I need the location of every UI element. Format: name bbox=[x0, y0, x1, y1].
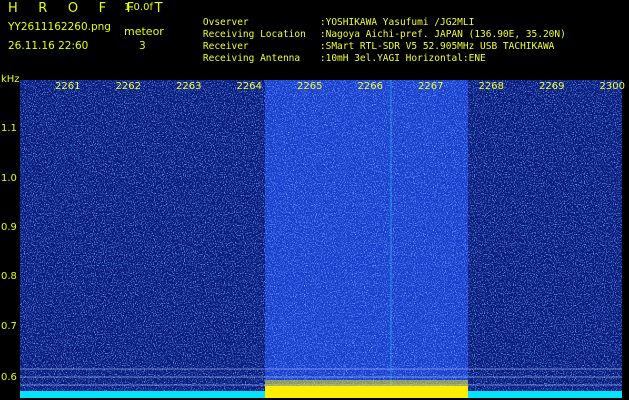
y-tick-label: 0.7 bbox=[1, 321, 17, 332]
timestamp: 26.11.16 22:60 bbox=[8, 40, 89, 52]
x-tick-label: 2266 bbox=[357, 81, 383, 92]
x-tick-label: 2267 bbox=[418, 81, 444, 92]
y-tick-label: 1.0 bbox=[1, 173, 17, 184]
antenna-value: :10mH 3el.YAGI Horizontal:ENE bbox=[319, 53, 486, 64]
x-tick-label: 2265 bbox=[297, 81, 323, 92]
meteor-band-white bbox=[265, 80, 468, 398]
carrier-trace bbox=[390, 80, 392, 398]
baseline-meteor-fringe bbox=[265, 380, 468, 386]
antenna-key: Receiving Antenna bbox=[202, 53, 301, 64]
x-tick-label: 2262 bbox=[115, 81, 141, 92]
y-axis-unit: kHz bbox=[1, 74, 20, 85]
receiver-row: Receiver:SMart RTL-SDR V5 52.905MHz USB … bbox=[180, 29, 555, 52]
mode-count: 3 bbox=[139, 40, 146, 52]
spectrogram-screen: H R O F F T 1.0.0f YY2611162260.png 26.1… bbox=[0, 0, 629, 400]
noise-background bbox=[20, 80, 622, 398]
location-row: Receiving Location:Nagoya Aichi-pref. JA… bbox=[180, 17, 566, 40]
x-tick-label: 2263 bbox=[176, 81, 202, 92]
spectrogram-canvas bbox=[20, 80, 622, 398]
mode-label: meteor bbox=[124, 25, 164, 38]
y-tick-label: 1.1 bbox=[1, 123, 17, 134]
spectrogram-plot bbox=[20, 80, 622, 398]
observer-row: Ovserver:YOSHIKAWA Yasufumi /JG2MLI bbox=[180, 5, 474, 28]
y-tick-label: 0.8 bbox=[1, 271, 17, 282]
x-tick-label: 2264 bbox=[236, 81, 262, 92]
file-name: YY2611162260.png bbox=[8, 21, 111, 33]
y-tick-label: 0.6 bbox=[1, 372, 17, 383]
x-tick-label: 2268 bbox=[478, 81, 504, 92]
x-tick-label: 2261 bbox=[55, 81, 81, 92]
x-tick-label: 2269 bbox=[539, 81, 565, 92]
y-tick-label: 0.9 bbox=[1, 222, 17, 233]
app-version: 1.0.0f bbox=[124, 2, 153, 13]
x-tick-label: 2300 bbox=[599, 81, 625, 92]
baseline-meteor bbox=[265, 386, 468, 398]
antenna-row: Receiving Antenna :10mH 3el.YAGI Horizont… bbox=[180, 41, 486, 64]
